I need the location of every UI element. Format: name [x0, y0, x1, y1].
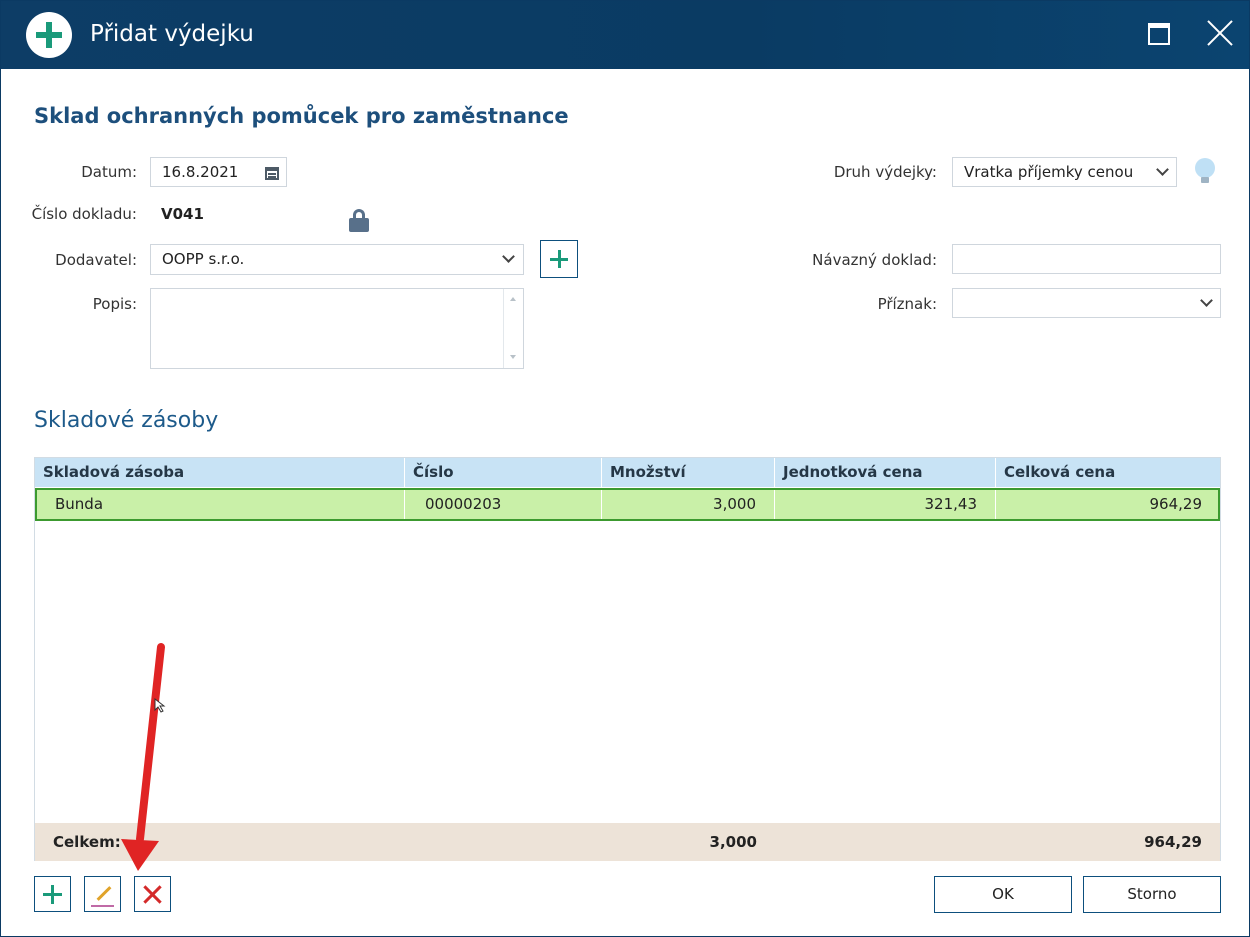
annotation-arrow [121, 643, 165, 871]
mouse-cursor-icon [154, 698, 166, 713]
dialog-window: Přidat výdejku Sklad ochranných pomůcek … [0, 0, 1250, 937]
